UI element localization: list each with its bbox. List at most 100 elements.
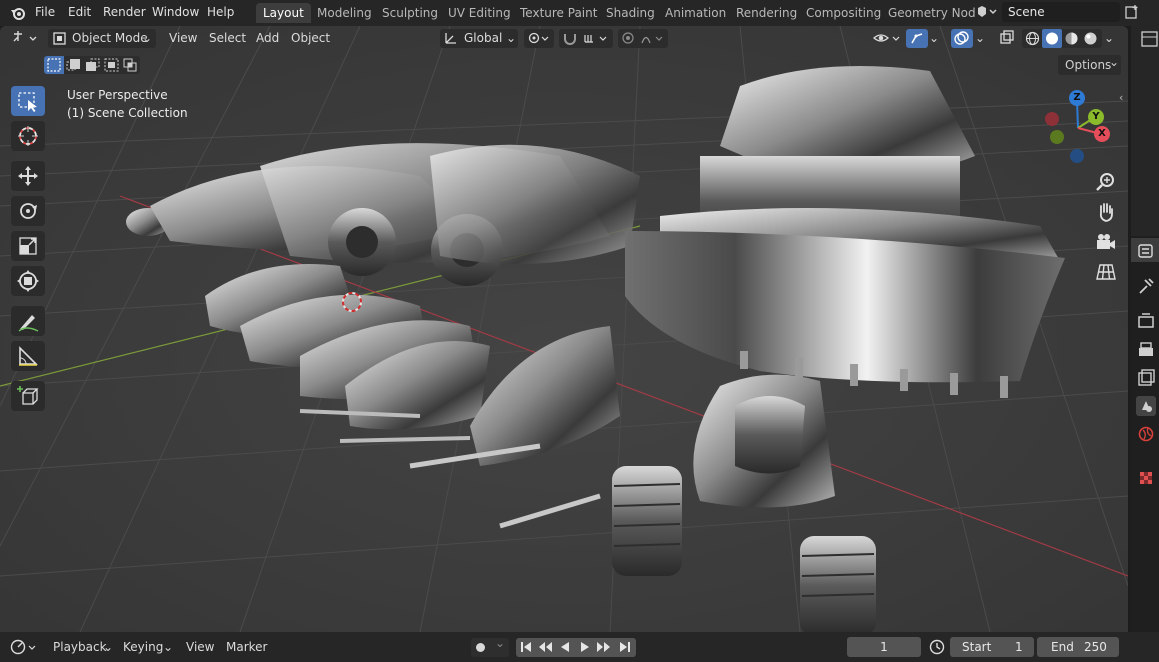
new-scene-icon[interactable]: [1124, 4, 1140, 23]
add-cube-tool[interactable]: [11, 381, 45, 411]
auto-keying-toggle[interactable]: ⌄: [471, 636, 509, 657]
orientation-label: Global: [464, 31, 503, 45]
menu-edit[interactable]: Edit: [68, 5, 91, 19]
chevron-down-icon[interactable]: ⌄: [163, 640, 173, 654]
wireframe-shading-icon[interactable]: [1025, 31, 1040, 52]
pivot-point-button[interactable]: [524, 29, 554, 48]
chevron-down-icon[interactable]: ⌄: [103, 640, 113, 654]
chevron-down-icon[interactable]: ⌄: [929, 29, 943, 48]
chevron-down-icon[interactable]: ⌄: [1104, 29, 1118, 48]
select-extend-icon[interactable]: [64, 56, 84, 77]
selection-mode-buttons[interactable]: [44, 56, 140, 74]
output-properties-icon[interactable]: [1136, 340, 1156, 360]
sidebar-toggle-icon[interactable]: ‹: [1119, 91, 1123, 104]
jump-start-icon[interactable]: [519, 640, 533, 657]
pan-button[interactable]: [1093, 199, 1119, 225]
menu-file[interactable]: File: [35, 5, 55, 19]
jump-end-icon[interactable]: [618, 640, 632, 657]
perspective-toggle-button[interactable]: [1093, 259, 1119, 285]
menu-render[interactable]: Render: [103, 5, 146, 19]
outliner-icon[interactable]: [1140, 30, 1159, 48]
tab-rendering[interactable]: Rendering: [729, 3, 804, 23]
select-subtract-icon[interactable]: [83, 56, 103, 77]
transform-tool[interactable]: [11, 266, 45, 296]
play-reverse-icon[interactable]: [558, 640, 572, 657]
zoom-button[interactable]: [1093, 169, 1119, 195]
tab-uv-editing[interactable]: UV Editing: [441, 3, 518, 23]
camera-icon: [1097, 234, 1115, 249]
tab-geometry-nodes[interactable]: Geometry Nod: [881, 3, 977, 23]
render-properties-icon[interactable]: [1136, 311, 1156, 331]
menu-help[interactable]: Help: [207, 5, 234, 19]
view-layer-properties-icon[interactable]: [1136, 368, 1156, 388]
play-icon[interactable]: [578, 640, 592, 657]
end-frame-field[interactable]: End 250: [1037, 637, 1119, 657]
tab-sculpting[interactable]: Sculpting: [375, 3, 445, 23]
visibility-eye-icon[interactable]: [872, 29, 902, 48]
xray-toggle-icon[interactable]: [998, 29, 1018, 48]
tab-texture-paint[interactable]: Texture Paint: [513, 3, 604, 23]
scale-tool[interactable]: [11, 231, 45, 261]
object-mode-dropdown[interactable]: Object Mode ⌄: [48, 29, 156, 48]
move-tool[interactable]: [11, 161, 45, 191]
chevron-down-icon[interactable]: ⌄: [975, 29, 989, 48]
menu-add[interactable]: Add: [256, 29, 279, 48]
shading-mode-buttons[interactable]: [1022, 29, 1102, 48]
cursor-tool[interactable]: [11, 121, 45, 151]
texture-properties-icon[interactable]: [1136, 468, 1156, 488]
next-keyframe-icon[interactable]: [596, 640, 612, 657]
gizmo-x-axis[interactable]: X: [1094, 126, 1110, 142]
select-box-tool[interactable]: [11, 86, 45, 116]
menu-view[interactable]: View: [169, 29, 197, 48]
tab-compositing[interactable]: Compositing: [799, 3, 888, 23]
menu-marker[interactable]: Marker: [226, 640, 267, 654]
current-frame-field[interactable]: 1: [847, 637, 921, 657]
menu-object[interactable]: Object: [291, 29, 330, 48]
tool-properties-icon[interactable]: [1136, 276, 1156, 296]
select-new-icon[interactable]: [44, 56, 64, 74]
add-cube-icon: [17, 386, 39, 405]
overlays-toggle-button[interactable]: [951, 29, 973, 48]
scene-properties-icon[interactable]: [1136, 396, 1156, 416]
menu-playback[interactable]: Playback: [53, 640, 107, 654]
menu-window[interactable]: Window: [152, 5, 199, 19]
tab-animation[interactable]: Animation: [658, 3, 733, 23]
menu-keying[interactable]: Keying: [123, 640, 163, 654]
rendered-shading-icon[interactable]: [1083, 31, 1098, 52]
gizmo-icon: [910, 32, 924, 51]
timeline-editor-type-icon[interactable]: [8, 638, 38, 660]
material-shading-icon[interactable]: [1064, 31, 1079, 52]
start-frame-field[interactable]: Start 1: [950, 637, 1034, 657]
grid-perspective-icon: [1096, 264, 1116, 280]
proportional-editing-controls[interactable]: [618, 29, 668, 48]
menu-timeline-view[interactable]: View: [186, 640, 214, 654]
options-dropdown[interactable]: Options ⌄: [1058, 55, 1121, 75]
prev-keyframe-icon[interactable]: [537, 640, 553, 657]
solid-shading-icon[interactable]: [1042, 29, 1062, 48]
select-invert-icon[interactable]: [102, 56, 122, 77]
gizmo-z-axis[interactable]: Z: [1069, 90, 1085, 106]
select-intersect-icon[interactable]: [121, 56, 140, 77]
camera-view-button[interactable]: [1093, 229, 1119, 255]
annotate-tool[interactable]: [11, 306, 45, 336]
tab-modeling[interactable]: Modeling: [310, 3, 379, 23]
navigation-gizmo[interactable]: Z Y X: [1040, 88, 1116, 168]
scene-selector-icon[interactable]: [974, 4, 998, 23]
blender-logo-icon[interactable]: [9, 4, 26, 24]
preview-range-clock-icon[interactable]: [928, 638, 946, 659]
editor-type-icon[interactable]: [10, 29, 40, 48]
menu-select[interactable]: Select: [209, 29, 246, 48]
transform-orientation-dropdown[interactable]: Global ⌄: [440, 29, 518, 48]
editor-properties-icon[interactable]: [1136, 242, 1156, 262]
snap-controls[interactable]: [559, 29, 613, 48]
gizmo-y-axis[interactable]: Y: [1088, 109, 1104, 125]
object-mode-icon: [53, 32, 66, 51]
tab-shading[interactable]: Shading: [599, 3, 662, 23]
tab-layout[interactable]: Layout: [256, 3, 311, 23]
gizmo-toggle-button[interactable]: [906, 29, 928, 48]
scene-name-field[interactable]: Scene: [1002, 2, 1120, 22]
measure-tool[interactable]: [11, 341, 45, 371]
world-properties-icon[interactable]: [1136, 424, 1156, 444]
rotate-tool[interactable]: [11, 196, 45, 226]
perspective-label: User Perspective: [67, 88, 168, 102]
